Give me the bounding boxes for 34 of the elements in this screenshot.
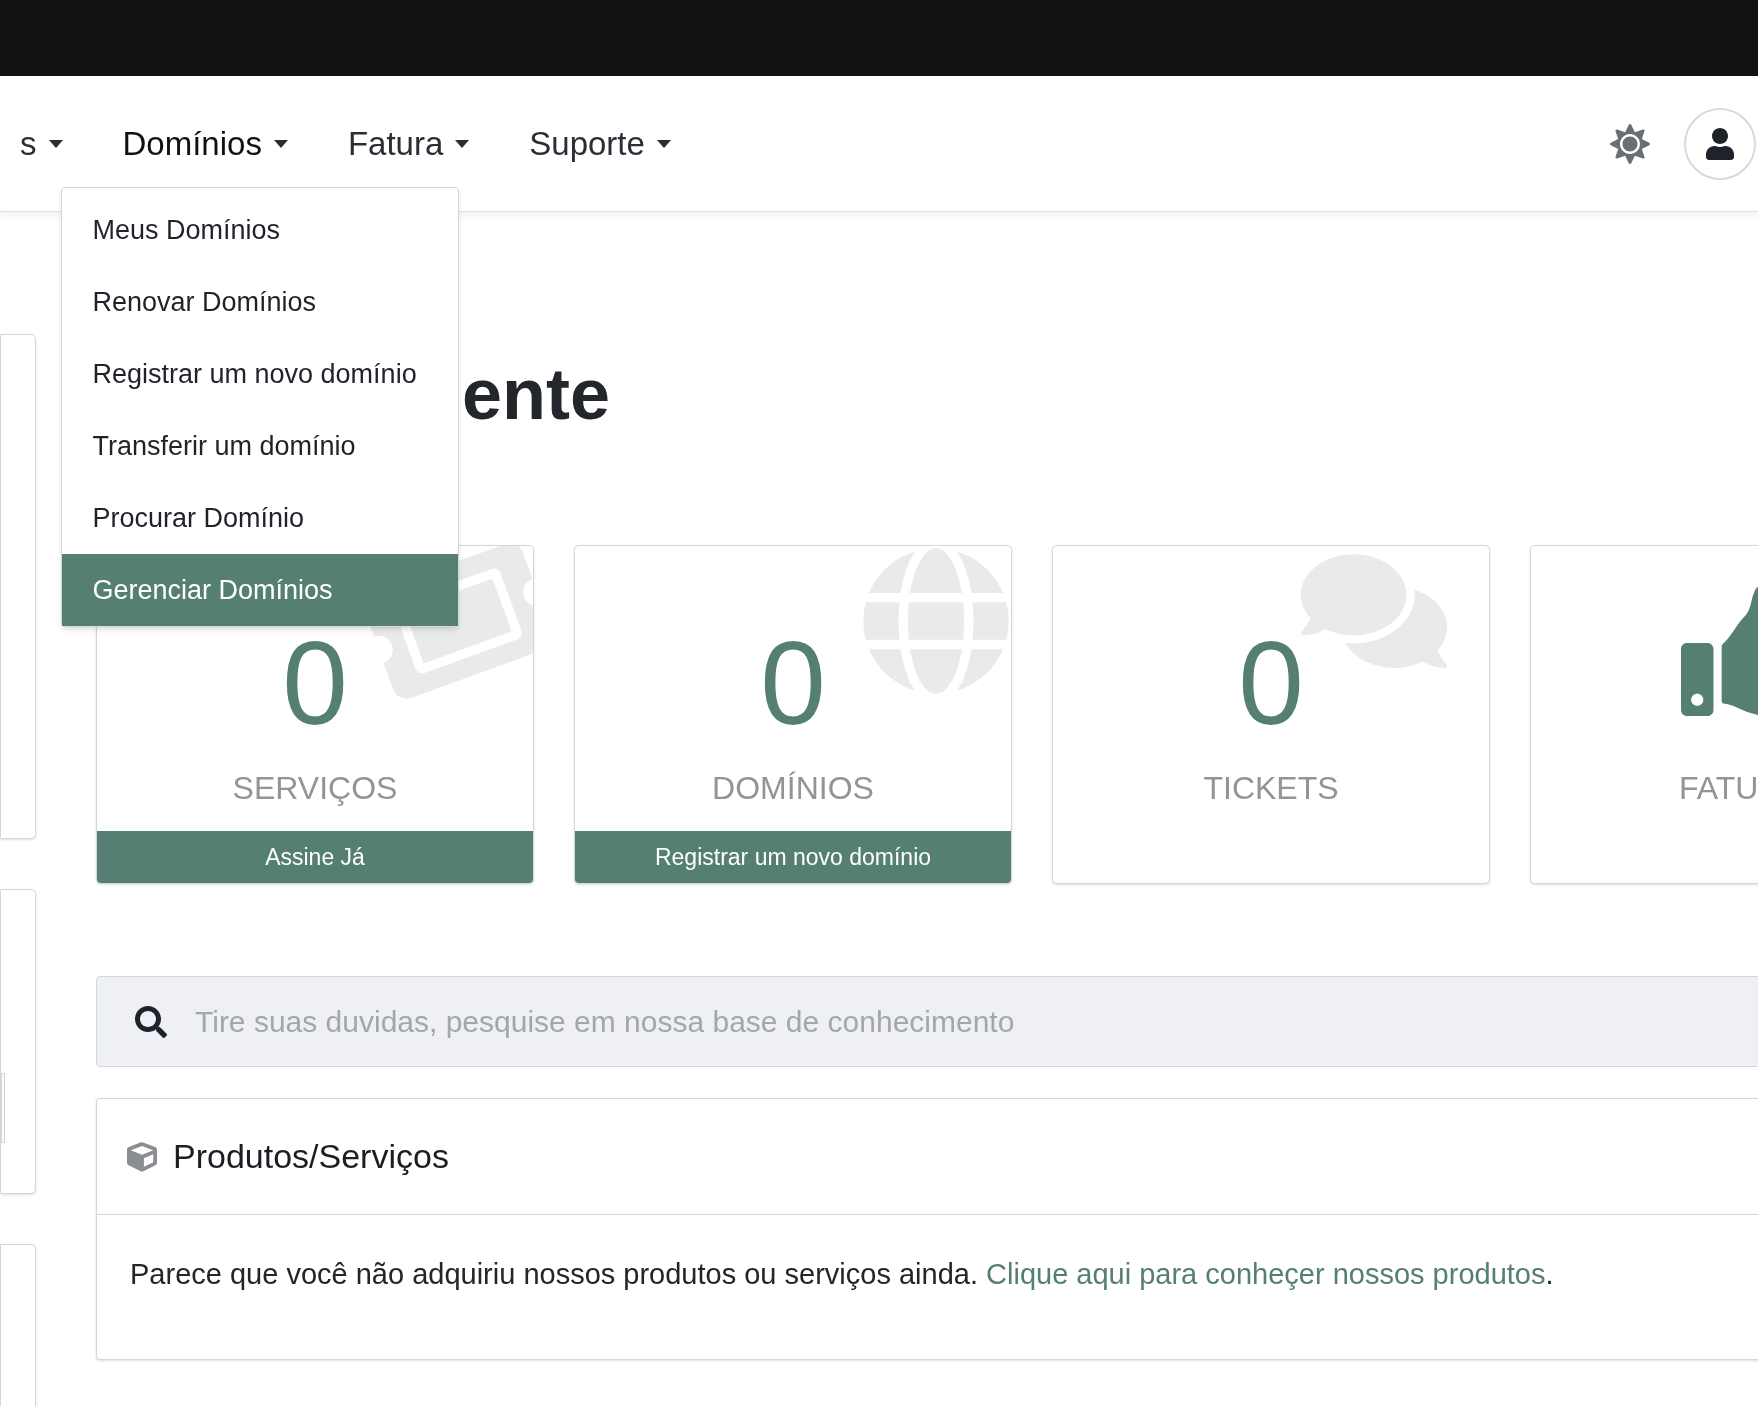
card-action-button[interactable]: Assine Já (97, 831, 533, 883)
dropdown-item[interactable]: Meus Domínios (61, 193, 458, 266)
nav-menu-item[interactable]: Fatura (317, 118, 500, 169)
stat-label: SERVIÇOS (232, 769, 398, 808)
card-action-button[interactable]: Registrar um novo domínio (575, 831, 1011, 883)
dropdown-item[interactable]: Procurar Domínio (61, 481, 458, 554)
cube-icon (127, 1141, 157, 1172)
nav-menu-item[interactable]: s (0, 118, 93, 169)
caret-icon (455, 139, 470, 148)
stat-count: 0 (1238, 624, 1304, 742)
caret-icon (48, 139, 63, 148)
stat-count: 0 (282, 624, 348, 742)
user-icon (1705, 127, 1735, 160)
stat-label: DOMÍNIOS (712, 769, 874, 808)
dropdown-item[interactable]: Gerenciar Domínios (61, 553, 458, 626)
empty-message: Parece que você não adquiriu nossos produtos ou serviços ainda. Clique aqui para conheçer nossos produtos. (129, 1257, 1555, 1292)
search-field[interactable]: Tire suas duvidas, pesquise em nossa base de conhecimento (195, 999, 1758, 1044)
stat-count: 0 (760, 624, 826, 742)
dropdown-item[interactable]: Registrar um novo domínio (61, 337, 458, 410)
sun-icon[interactable] (1610, 123, 1650, 164)
caret-icon (273, 139, 288, 148)
caret-icon (656, 139, 671, 148)
panel-title: Produtos/Serviços (173, 1136, 449, 1177)
stat-label: TICKETS (1203, 769, 1339, 808)
globe-icon (861, 546, 1011, 696)
nav-menu-item[interactable]: Suporte (499, 118, 701, 169)
search-bar[interactable]: Tire suas duvidas, pesquise em nossa base de conhecimento (96, 976, 1758, 1067)
dropdown-item[interactable]: Transferir um domínio (61, 409, 458, 482)
dropdown-item[interactable]: Renovar Domínios (61, 265, 458, 338)
nav-menu-item[interactable]: Domínios (92, 118, 318, 169)
products-link[interactable]: Clique aqui para conheçer nossos produtos (986, 1258, 1546, 1290)
page-heading: ente (462, 352, 611, 436)
search-icon (135, 1005, 167, 1038)
stat-label: FATU (1679, 769, 1758, 808)
